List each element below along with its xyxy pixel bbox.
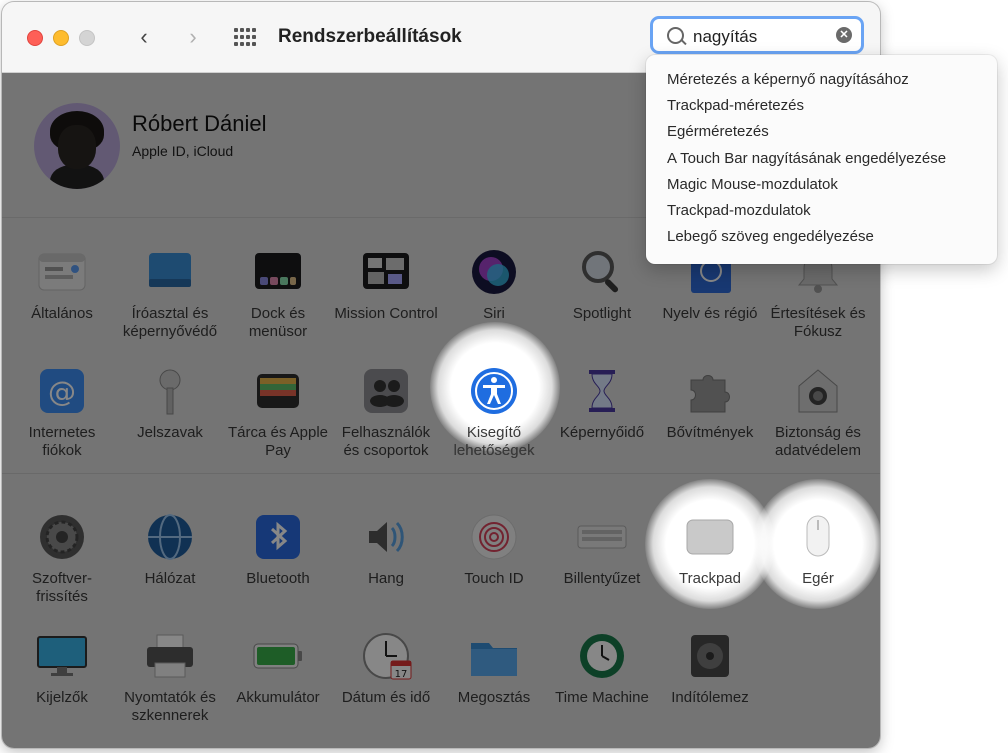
- close-window-button[interactable]: [27, 30, 43, 46]
- search-field[interactable]: nagyítás ✕: [650, 16, 864, 54]
- forward-chevron-icon[interactable]: ›: [181, 24, 205, 50]
- pref-mouse-highlighted[interactable]: Egér: [764, 510, 872, 588]
- suggestion-item[interactable]: A Touch Bar nagyításának engedélyezése: [667, 150, 946, 167]
- pref-accessibility-highlighted[interactable]: Kisegítő lehetőségek: [440, 364, 548, 460]
- search-input[interactable]: nagyítás: [693, 27, 757, 47]
- search-suggestions-menu: Méretezés a képernyő nagyításához Trackp…: [646, 55, 997, 264]
- window-title: Rendszerbeállítások: [278, 26, 462, 47]
- back-chevron-icon[interactable]: ‹: [132, 24, 156, 50]
- mouse-icon: [791, 510, 845, 564]
- clear-search-icon[interactable]: ✕: [836, 27, 852, 43]
- pref-label: Egér: [802, 570, 834, 587]
- suggestion-item[interactable]: Trackpad-méretezés: [667, 97, 804, 114]
- suggestion-item[interactable]: Trackpad-mozdulatok: [667, 202, 811, 219]
- search-icon: [667, 27, 684, 44]
- accessibility-icon: [467, 364, 521, 418]
- zoom-window-button[interactable]: [79, 30, 95, 46]
- minimize-window-button[interactable]: [53, 30, 69, 46]
- suggestion-item[interactable]: Lebegő szöveg engedélyezése: [667, 228, 874, 245]
- pref-label: Trackpad: [679, 570, 741, 587]
- suggestion-item[interactable]: Magic Mouse-mozdulatok: [667, 176, 838, 193]
- suggestion-item[interactable]: Méretezés a képernyő nagyításához: [667, 71, 909, 88]
- pref-trackpad-highlighted[interactable]: Trackpad: [656, 510, 764, 588]
- trackpad-icon: [683, 510, 737, 564]
- show-all-grid-icon[interactable]: [234, 28, 256, 46]
- pref-label: Kisegítő lehetőségek: [453, 424, 535, 459]
- suggestion-item[interactable]: Egérméretezés: [667, 123, 769, 140]
